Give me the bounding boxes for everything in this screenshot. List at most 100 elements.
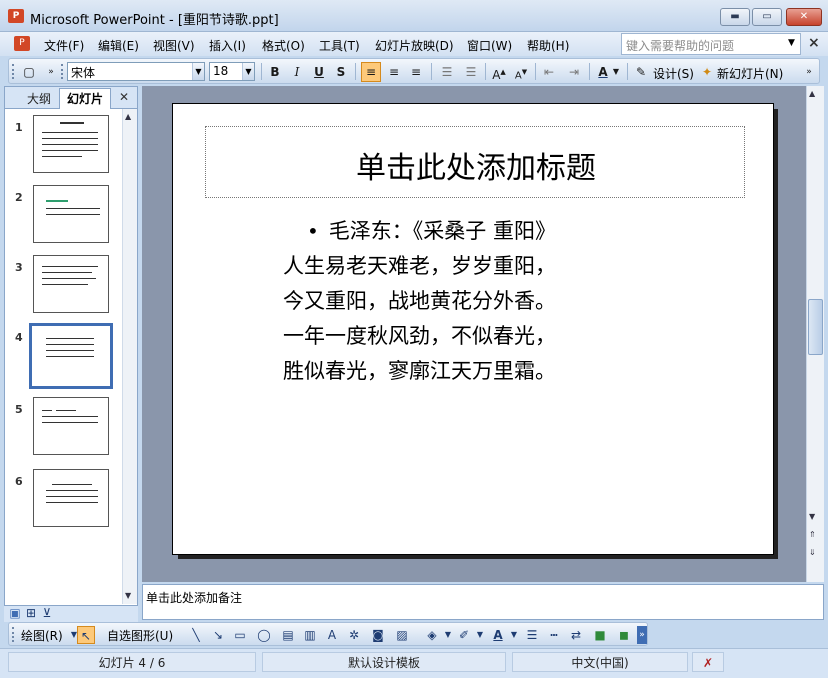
new-slide-button[interactable]: 新幻灯片(N)	[717, 65, 783, 82]
vertical-textbox-icon[interactable]: ▥	[301, 626, 319, 644]
slide-thumbnail-1[interactable]	[33, 115, 109, 173]
rectangle-icon[interactable]: ▭	[231, 626, 249, 644]
menu-view[interactable]: 视图(V)	[153, 37, 195, 54]
toolbar-options-icon[interactable]: »	[799, 62, 819, 82]
font-name-select[interactable]: 宋体 ▼	[67, 62, 205, 81]
numbering-icon[interactable]: ☰	[437, 62, 457, 82]
align-left-icon[interactable]: ≡	[361, 62, 381, 82]
minimize-button[interactable]: ▬	[720, 8, 750, 26]
scroll-down-icon[interactable]: ▼	[809, 512, 815, 521]
document-close-icon[interactable]: ×	[808, 35, 820, 51]
slide-scrollbar[interactable]: ▲ ▼ ⇑ ⇓	[806, 86, 824, 582]
shadow-button[interactable]: S	[331, 62, 351, 82]
align-center-icon[interactable]: ≡	[384, 62, 404, 82]
wordart-icon[interactable]: A	[323, 626, 341, 644]
chevron-down-icon[interactable]: ▼	[611, 62, 621, 82]
autoshapes-button[interactable]: 自选图形(U)	[107, 627, 173, 644]
italic-button[interactable]: I	[287, 62, 307, 82]
tab-slides[interactable]: 幻灯片	[59, 88, 111, 109]
spelling-status-icon[interactable]: ✗	[692, 652, 724, 672]
menu-file[interactable]: 文件(F)	[44, 37, 84, 54]
menu-insert[interactable]: 插入(I)	[209, 37, 246, 54]
close-button[interactable]: ✕	[786, 8, 822, 26]
slide-thumbnail-4[interactable]	[29, 323, 113, 389]
bold-button[interactable]: B	[265, 62, 285, 82]
menu-tools[interactable]: 工具(T)	[319, 37, 360, 54]
font-color-icon[interactable]: A	[593, 62, 613, 82]
chevron-down-icon[interactable]: ▼	[471, 626, 489, 644]
scroll-down-icon[interactable]: ▼	[125, 591, 131, 600]
thumb-text-line	[42, 410, 52, 411]
line-style-icon[interactable]: ☰	[523, 626, 541, 644]
slide[interactable]: 单击此处添加标题 • 毛泽东：《采桑子 重阳》 人生易老天难老，岁岁重阳， 今又重…	[172, 103, 774, 555]
arrow-icon[interactable]: ↘	[209, 626, 227, 644]
powerpoint-icon: P	[8, 9, 24, 23]
chevron-down-icon[interactable]: ▼	[242, 63, 254, 80]
increase-indent-icon[interactable]: ⇥	[564, 62, 584, 82]
bullets-icon[interactable]: ☰	[461, 62, 481, 82]
title-placeholder[interactable]: 单击此处添加标题	[205, 126, 745, 198]
scroll-thumb[interactable]	[808, 299, 823, 355]
dash-style-icon[interactable]: ┅	[545, 626, 563, 644]
shadow-style-icon[interactable]: ■	[591, 626, 609, 644]
align-right-icon[interactable]: ≡	[406, 62, 426, 82]
thumbnail-scrollbar[interactable]: ▲ ▼	[122, 109, 137, 604]
toolbar-grip[interactable]	[12, 627, 15, 642]
line-icon[interactable]: ╲	[187, 626, 205, 644]
view-buttons: ▣ ⊞ ⊻	[4, 606, 138, 622]
slide-title[interactable]: 单击此处添加标题	[206, 143, 746, 187]
decrease-indent-icon[interactable]: ⇤	[539, 62, 559, 82]
slideshow-icon[interactable]: ⊻	[38, 604, 56, 622]
design-icon[interactable]: ✎	[631, 62, 651, 82]
new-slide-icon[interactable]: ✦	[697, 62, 717, 82]
next-slide-icon[interactable]: ⇓	[809, 548, 816, 557]
textbox-icon[interactable]: ▤	[279, 626, 297, 644]
scroll-up-icon[interactable]: ▲	[125, 112, 131, 121]
thumb-text-line	[42, 132, 98, 133]
menu-slideshow[interactable]: 幻灯片放映(D)	[375, 37, 454, 54]
thumbnail-number: 1	[15, 121, 23, 134]
underline-button[interactable]: U	[309, 62, 329, 82]
chevron-down-icon[interactable]: ▼	[505, 626, 523, 644]
notes-pane[interactable]: 单击此处添加备注	[142, 584, 824, 620]
diagram-icon[interactable]: ✲	[345, 626, 363, 644]
select-pointer-icon[interactable]: ↖	[77, 626, 95, 644]
slide-thumbnail-2[interactable]	[33, 185, 109, 243]
slide-body[interactable]: • 毛泽东：《采桑子 重阳》 人生易老天难老，岁岁重阳， 今又重阳，战地黄花分外香…	[283, 214, 556, 389]
oval-icon[interactable]: ◯	[255, 626, 273, 644]
new-document-icon[interactable]: ▢	[19, 62, 39, 82]
menu-format[interactable]: 格式(O)	[262, 37, 305, 54]
help-dropdown-icon[interactable]: ▼	[788, 38, 795, 48]
increase-font-icon[interactable]: A▲	[489, 62, 509, 82]
3d-style-icon[interactable]: ◼	[615, 626, 633, 644]
document-icon[interactable]: P	[14, 36, 30, 51]
slide-thumbnail-6[interactable]	[33, 469, 109, 527]
toolbar-options-icon[interactable]: »	[637, 626, 647, 644]
menu-edit[interactable]: 编辑(E)	[98, 37, 139, 54]
thumb-text-line	[46, 200, 68, 202]
previous-slide-icon[interactable]: ⇑	[809, 530, 816, 539]
pane-close-icon[interactable]: ✕	[119, 90, 129, 104]
arrow-style-icon[interactable]: ⇄	[567, 626, 585, 644]
toolbar-grip[interactable]	[12, 64, 15, 79]
draw-menu-button[interactable]: 绘图(R)	[21, 627, 63, 644]
pane-tabs: 大纲 幻灯片 ✕	[5, 87, 137, 109]
maximize-button[interactable]: ▭	[752, 8, 782, 26]
decrease-font-icon[interactable]: A▼	[511, 62, 531, 82]
help-search-input[interactable]: 键入需要帮助的问题	[621, 33, 801, 55]
toolbar-grip[interactable]	[61, 64, 64, 79]
chevron-down-icon[interactable]: ▼	[192, 63, 204, 80]
toolbar-options-icon[interactable]: »	[41, 62, 61, 82]
drawing-toolbar: 绘图(R) ▼ ↖ 自选图形(U) ╲ ↘ ▭ ◯ ▤ ▥ A ✲ ◙ ▨ ◈ …	[8, 622, 648, 646]
slide-thumbnail-3[interactable]	[33, 255, 109, 313]
clipart-icon[interactable]: ◙	[369, 626, 387, 644]
scroll-up-icon[interactable]: ▲	[809, 89, 815, 98]
design-button[interactable]: 设计(S)	[653, 65, 694, 82]
font-size-select[interactable]: 18 ▼	[209, 62, 255, 81]
menu-help[interactable]: 帮助(H)	[527, 37, 569, 54]
slide-thumbnail-5[interactable]	[33, 397, 109, 455]
menu-window[interactable]: 窗口(W)	[467, 37, 512, 54]
thumb-text-line	[46, 208, 100, 209]
picture-icon[interactable]: ▨	[393, 626, 411, 644]
tab-outline[interactable]: 大纲	[19, 90, 59, 108]
